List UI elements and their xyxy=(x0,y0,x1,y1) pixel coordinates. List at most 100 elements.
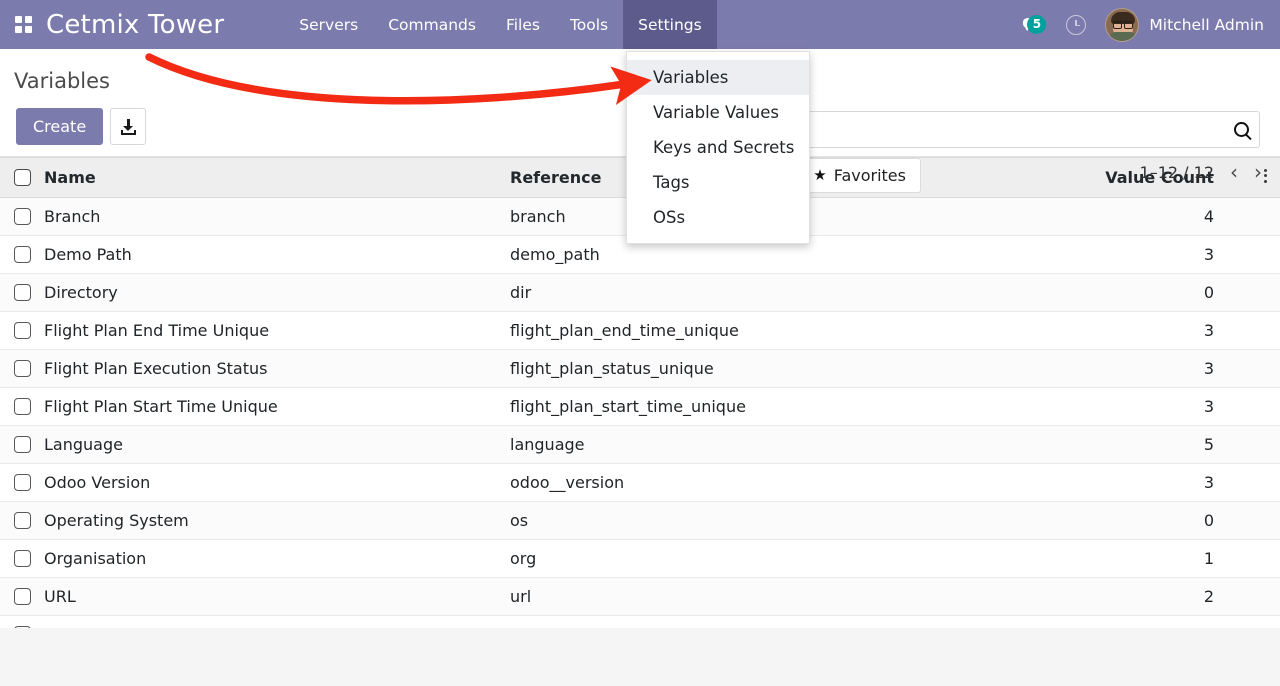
cell-name: Operating System xyxy=(44,502,510,540)
page-footer-area xyxy=(0,620,1280,686)
create-button[interactable]: Create xyxy=(16,108,103,145)
cell-options xyxy=(1250,464,1280,502)
table-row[interactable]: Directory dir 0 xyxy=(0,274,1280,312)
cell-options xyxy=(1250,388,1280,426)
apps-menu-button[interactable] xyxy=(0,0,46,49)
select-all-checkbox[interactable] xyxy=(14,169,31,186)
cell-reference: flight_plan_end_time_unique xyxy=(510,312,988,350)
column-options-icon[interactable] xyxy=(1264,166,1267,185)
cell-value-count: 4 xyxy=(988,198,1250,236)
cell-options xyxy=(1250,540,1280,578)
activity-clock-icon[interactable] xyxy=(1066,15,1086,35)
cell-options xyxy=(1250,274,1280,312)
pager-range: 1–12 / 12 xyxy=(1140,163,1214,182)
row-select-cell xyxy=(0,502,44,540)
menu-item-servers[interactable]: Servers xyxy=(284,0,373,49)
row-checkbox[interactable] xyxy=(14,360,31,377)
cell-options xyxy=(1250,502,1280,540)
dropdown-item-oss[interactable]: OSs xyxy=(627,200,809,235)
cell-name: Demo Path xyxy=(44,236,510,274)
row-select-cell xyxy=(0,350,44,388)
menu-label: Servers xyxy=(299,16,358,34)
import-button[interactable] xyxy=(110,108,146,145)
row-checkbox[interactable] xyxy=(14,474,31,491)
table-row[interactable]: Flight Plan Execution Status flight_plan… xyxy=(0,350,1280,388)
cell-options xyxy=(1250,426,1280,464)
star-icon: ★ xyxy=(813,168,826,183)
user-name-label[interactable]: Mitchell Admin xyxy=(1149,16,1268,34)
table-row[interactable]: Organisation org 1 xyxy=(0,540,1280,578)
menu-item-tools[interactable]: Tools xyxy=(555,0,623,49)
main-menu: Servers Commands Files Tools Settings xyxy=(284,0,716,49)
menu-item-settings[interactable]: Settings xyxy=(623,0,717,49)
row-select-cell xyxy=(0,426,44,464)
table-row[interactable]: Odoo Version odoo__version 3 xyxy=(0,464,1280,502)
cell-name: Organisation xyxy=(44,540,510,578)
cell-reference: version xyxy=(510,616,988,629)
table-row[interactable]: Operating System os 0 xyxy=(0,502,1280,540)
cell-options xyxy=(1250,236,1280,274)
row-checkbox[interactable] xyxy=(14,626,31,628)
dropdown-item-variables[interactable]: Variables xyxy=(627,60,809,95)
cell-reference: dir xyxy=(510,274,988,312)
table-row[interactable]: Flight Plan Start Time Unique flight_pla… xyxy=(0,388,1280,426)
menu-item-files[interactable]: Files xyxy=(491,0,555,49)
messages-count-badge: 5 xyxy=(1027,15,1046,34)
cell-name: Odoo Version xyxy=(44,464,510,502)
cell-name: URL xyxy=(44,578,510,616)
search-icon[interactable] xyxy=(1234,122,1249,137)
cell-reference: language xyxy=(510,426,988,464)
row-checkbox[interactable] xyxy=(14,246,31,263)
row-select-cell xyxy=(0,578,44,616)
messages-button[interactable]: 5 xyxy=(1013,18,1048,32)
apps-grid-icon xyxy=(15,16,32,33)
cell-reference: odoo__version xyxy=(510,464,988,502)
dropdown-item-keys-and-secrets[interactable]: Keys and Secrets xyxy=(627,130,809,165)
import-icon xyxy=(121,119,136,135)
cell-name: Directory xyxy=(44,274,510,312)
menu-label: Tools xyxy=(570,16,608,34)
cell-value-count: 2 xyxy=(988,578,1250,616)
cell-name: Language xyxy=(44,426,510,464)
app-brand-title[interactable]: Cetmix Tower xyxy=(46,10,242,40)
table-row[interactable]: Version version 0 xyxy=(0,616,1280,629)
cell-options xyxy=(1250,578,1280,616)
table-body: Branch branch 4 Demo Path demo_path 3 Di… xyxy=(0,198,1280,629)
row-select-cell xyxy=(0,312,44,350)
row-select-cell xyxy=(0,464,44,502)
cell-value-count: 3 xyxy=(988,350,1250,388)
pager-prev-icon[interactable]: ‹ xyxy=(1230,162,1238,182)
menu-item-commands[interactable]: Commands xyxy=(373,0,491,49)
pager: 1–12 / 12 ‹ › xyxy=(1140,162,1262,182)
cell-options xyxy=(1250,312,1280,350)
row-checkbox[interactable] xyxy=(14,550,31,567)
row-checkbox[interactable] xyxy=(14,208,31,225)
cell-value-count: 5 xyxy=(988,426,1250,464)
row-checkbox[interactable] xyxy=(14,398,31,415)
dropdown-item-tags[interactable]: Tags xyxy=(627,165,809,200)
user-avatar[interactable] xyxy=(1105,8,1139,42)
table-row[interactable]: Language language 5 xyxy=(0,426,1280,464)
menu-label: Commands xyxy=(388,16,476,34)
cell-reference: url xyxy=(510,578,988,616)
cell-reference: flight_plan_status_unique xyxy=(510,350,988,388)
table-row[interactable]: URL url 2 xyxy=(0,578,1280,616)
row-checkbox[interactable] xyxy=(14,512,31,529)
cell-value-count: 3 xyxy=(988,388,1250,426)
row-select-cell xyxy=(0,616,44,629)
pager-next-icon[interactable]: › xyxy=(1254,162,1262,182)
cell-name: Flight Plan Execution Status xyxy=(44,350,510,388)
column-header-name[interactable]: Name xyxy=(44,158,510,198)
cell-reference: os xyxy=(510,502,988,540)
cell-options xyxy=(1250,616,1280,629)
row-checkbox[interactable] xyxy=(14,322,31,339)
row-checkbox[interactable] xyxy=(14,436,31,453)
top-navbar: Cetmix Tower Servers Commands Files Tool… xyxy=(0,0,1280,49)
favorites-button[interactable]: ★ Favorites xyxy=(798,158,921,193)
settings-dropdown-menu: Variables Variable Values Keys and Secre… xyxy=(626,51,810,244)
table-row[interactable]: Flight Plan End Time Unique flight_plan_… xyxy=(0,312,1280,350)
dropdown-item-variable-values[interactable]: Variable Values xyxy=(627,95,809,130)
row-checkbox[interactable] xyxy=(14,588,31,605)
row-checkbox[interactable] xyxy=(14,284,31,301)
row-select-cell xyxy=(0,198,44,236)
